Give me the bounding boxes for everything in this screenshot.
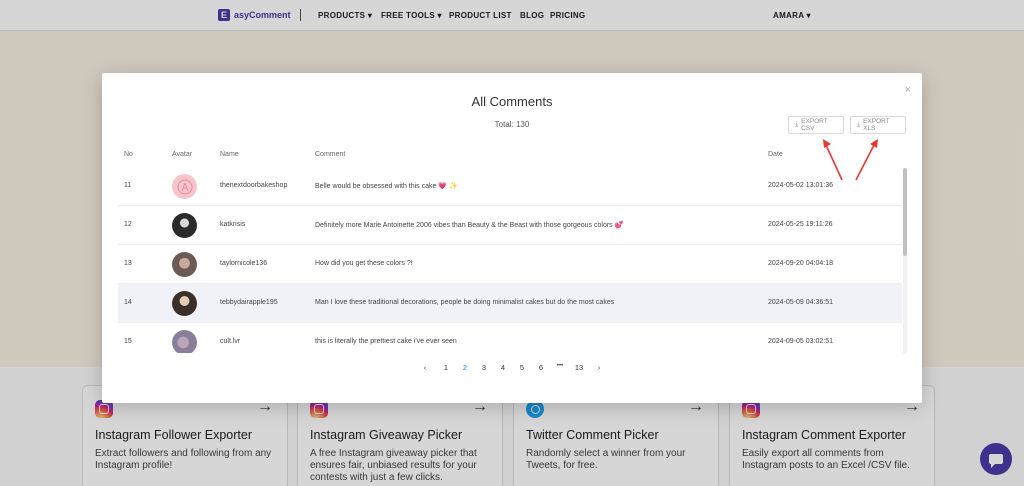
col-avatar: Avatar <box>172 151 193 158</box>
scrollbar-thumb[interactable] <box>903 168 907 256</box>
page-4[interactable]: 4 <box>496 363 510 372</box>
row-name: tebbydairapple195 <box>220 299 278 306</box>
row-name: cult.lvr <box>220 338 241 345</box>
avatar <box>172 252 197 277</box>
avatar <box>172 330 197 353</box>
row-date: 2024-09-20 04:04:18 <box>768 260 833 267</box>
row-no: 15 <box>124 338 132 345</box>
avatar <box>172 174 197 199</box>
download-icon: ⤓ <box>795 121 799 128</box>
table-header: No Avatar Name Comment Date <box>118 143 906 167</box>
arrow-annotation-csv <box>823 139 843 181</box>
table-row: 14 tebbydairapple195 Man I love these tr… <box>118 284 902 323</box>
export-xls-button[interactable]: ⤓ EXPORT XLS <box>850 116 906 134</box>
row-comment: Definitely more Marie Antoinette 2006 vi… <box>315 222 624 229</box>
row-no: 11 <box>124 182 132 189</box>
download-icon: ⤓ <box>857 121 861 128</box>
export-csv-label: EXPORT CSV <box>801 118 828 132</box>
row-no: 12 <box>124 221 132 228</box>
table-row: 13 taylornicole136 How did you get these… <box>118 245 902 284</box>
modal-title: All Comments <box>471 94 553 109</box>
row-name: thenextdoorbakeshop <box>220 182 288 189</box>
row-comment: Belle would be obsessed with this cake 💗… <box>315 183 458 190</box>
logo-icon <box>177 179 192 194</box>
avatar <box>172 291 197 316</box>
export-csv-button[interactable]: ⤓ EXPORT CSV <box>788 116 844 134</box>
row-date: 2024-09-05 03:02:51 <box>768 338 833 345</box>
row-comment: Man I love these traditional decorations… <box>315 299 615 306</box>
page-5[interactable]: 5 <box>515 363 529 372</box>
comments-table-body[interactable]: 11 thenextdoorbakeshop Belle would be ob… <box>118 167 902 353</box>
table-row: 12 katkrisis Definitely more Marie Antoi… <box>118 206 902 245</box>
col-comment: Comment <box>315 151 346 158</box>
row-comment: this is literally the prettiest cake i'v… <box>315 338 457 345</box>
page-1[interactable]: 1 <box>439 363 453 372</box>
table-scrollbar[interactable] <box>903 168 907 354</box>
row-name: taylornicole136 <box>220 260 268 267</box>
row-date: 2024-05-25 19:11:26 <box>768 221 833 228</box>
avatar <box>172 213 197 238</box>
table-row: 15 cult.lvr this is literally the pretti… <box>118 323 902 353</box>
row-comment: How did you get these colors ?! <box>315 260 413 267</box>
page-2-active[interactable]: 2 <box>458 363 472 372</box>
next-page-button[interactable]: › <box>592 363 606 372</box>
col-date: Date <box>768 151 783 158</box>
more-pages[interactable]: ••• <box>553 363 567 369</box>
col-name: Name <box>220 151 239 158</box>
annotation-arrows <box>823 139 878 181</box>
col-no: No <box>124 151 133 158</box>
page-6[interactable]: 6 <box>534 363 548 372</box>
row-date: 2024-05-09 04:36:51 <box>768 299 833 306</box>
row-name: katkrisis <box>220 221 246 228</box>
page-3[interactable]: 3 <box>477 363 491 372</box>
pagination: ‹ 1 2 3 4 5 6 ••• 13 › <box>102 363 922 375</box>
table-row: 11 thenextdoorbakeshop Belle would be ob… <box>118 167 902 206</box>
page-13[interactable]: 13 <box>572 363 586 372</box>
export-xls-label: EXPORT XLS <box>863 118 890 132</box>
row-no: 13 <box>124 260 132 267</box>
row-no: 14 <box>124 299 132 306</box>
arrow-annotation-xls <box>855 139 878 181</box>
all-comments-modal: × All Comments Total: 130 ⤓ EXPORT CSV ⤓… <box>102 73 922 403</box>
prev-page-button[interactable]: ‹ <box>418 363 432 372</box>
